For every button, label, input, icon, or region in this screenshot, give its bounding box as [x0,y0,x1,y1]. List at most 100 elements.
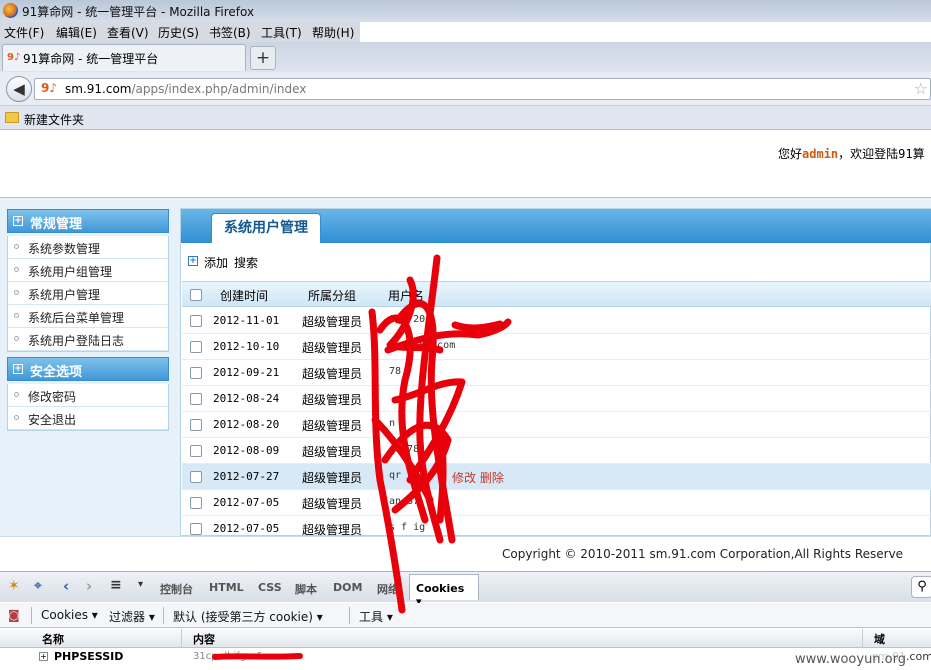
sidebar-item-label: 系统后台菜单管理 [28,311,125,325]
sidebar-item-label: 修改密码 [28,390,77,404]
browser-tab[interactable]: 9♪ 91算命网 - 统一管理平台 [2,44,246,71]
row-checkbox[interactable] [190,471,202,483]
tools-menu[interactable]: 工具 ▾ [359,608,393,625]
table-row[interactable]: 2012-08-24 超级管理员 [182,386,931,412]
menu-view[interactable]: 查看(V) [107,24,149,41]
sidebar-item-users[interactable]: 系统用户管理 [8,282,168,305]
column-created: 创建时间 [220,289,269,303]
table-row[interactable]: 2012-07-27 超级管理员 qr 19 修改 删除 [182,464,931,490]
row-created: 2012-07-05 [213,522,280,535]
copyright-text: Copyright © 2010-2011 sm.91.com Corporat… [502,547,904,561]
menu-bookmarks[interactable]: 书签(B) [209,24,251,41]
row-username: li @163.com [389,340,456,351]
menu-history[interactable]: 历史(S) [158,24,199,41]
table-row[interactable]: 2012-08-09 超级管理员 qu 78 [182,438,931,464]
firebug-tab-cookies[interactable]: Cookies ▾ [409,574,479,608]
sidebar-section-general[interactable]: + 常规管理 [7,209,169,233]
nav-back-icon[interactable]: ‹ [63,577,69,595]
search-link[interactable]: 搜索 [234,254,258,271]
menu-file[interactable]: 文件(F) [4,24,44,41]
firebug-tab-css[interactable]: CSS [258,581,282,594]
sidebar-list-general: 系统参数管理 系统用户组管理 系统用户管理 系统后台菜单管理 系统用户登陆日志 [7,236,169,352]
row-created: 2012-11-01 [213,314,280,327]
menu-edit[interactable]: 编辑(E) [56,24,97,41]
table-row[interactable]: 2012-10-10 超级管理员 li @163.com [182,334,931,360]
cookie-row[interactable]: + PHPSESSID 31cp dhifgm6 sm.91.com [0,648,931,670]
filter-menu[interactable]: 过滤器 ▾ [109,608,155,625]
table-row[interactable]: 2012-09-21 超级管理员 78 [182,360,931,386]
url-bar[interactable]: 9♪ sm.91.com/apps/index.php/admin/index … [34,78,931,100]
menu-bar: 文件(F) 编辑(E) 查看(V) 历史(S) 书签(B) 工具(T) 帮助(H… [0,22,360,42]
firebug-bug-icon[interactable]: ✶ [8,578,20,594]
table-row[interactable]: 2012-07-05 超级管理员 an 87 [182,490,931,516]
new-tab-button[interactable]: + [250,46,276,70]
table-row[interactable]: 2012-11-01 超级管理员 tq 720 [182,308,931,334]
firebug-tab-console[interactable]: 控制台 [160,581,193,597]
dropdown-arrow-icon[interactable]: ▾ [138,579,143,590]
cookies-menu[interactable]: Cookies ▾ [41,608,98,622]
row-checkbox[interactable] [190,315,202,327]
bullet-icon [14,415,19,420]
column-name[interactable]: 名称 [42,631,64,647]
row-username: qr 19 [389,470,420,481]
cookie-policy-menu[interactable]: 默认 (接受第三方 cookie) ▾ [173,608,323,625]
firefox-logo-icon [3,3,18,18]
cookie-name: PHPSESSID [54,650,124,663]
sidebar-section-title: 常规管理 [30,217,83,232]
search-icon[interactable]: ⚲ [911,576,931,598]
row-checkbox[interactable] [190,523,202,535]
row-group: 超级管理员 [302,497,363,511]
firebug-cookies-toolbar: ◙ Cookies ▾ 过滤器 ▾ 默认 (接受第三方 cookie) ▾ 工具… [0,603,931,628]
expand-icon: + [13,216,23,226]
sidebar-item-label: 系统用户组管理 [28,265,113,279]
firebug-tab-html[interactable]: HTML [209,581,244,594]
row-created: 2012-08-09 [213,444,280,457]
bookmark-star-icon[interactable]: ☆ [914,79,928,98]
bullet-icon [14,244,19,249]
tab-user-management[interactable]: 系统用户管理 [211,213,321,243]
row-checkbox[interactable] [190,393,202,405]
sidebar-section-security[interactable]: + 安全选项 [7,357,169,381]
row-checkbox[interactable] [190,367,202,379]
back-button[interactable]: ◀ [6,76,32,102]
select-all-checkbox[interactable] [190,289,202,301]
sidebar-item-logout[interactable]: 安全退出 [8,407,168,430]
window-title: 91算命网 - 统一管理平台 - Mozilla Firefox [22,5,255,19]
sidebar-item-change-password[interactable]: 修改密码 [8,384,168,407]
add-link[interactable]: 添加 [204,254,228,271]
row-actions[interactable]: 修改 删除 [452,469,504,486]
row-checkbox[interactable] [190,419,202,431]
table-row[interactable]: 2012-08-20 超级管理员 n [182,412,931,438]
site-favicon-icon: 9♪ [41,81,58,95]
column-domain[interactable]: 域 [874,631,885,647]
row-checkbox[interactable] [190,445,202,457]
row-created: 2012-10-10 [213,340,280,353]
row-checkbox[interactable] [190,497,202,509]
bookmarks-bar: 新建文件夹 [0,106,931,130]
menu-list-icon[interactable]: ≡ [110,577,122,593]
sidebar-item-menus[interactable]: 系统后台菜单管理 [8,305,168,328]
column-content[interactable]: 内容 [193,631,215,647]
url-text: sm.91.com/apps/index.php/admin/index [65,82,306,96]
bookmark-folder[interactable]: 新建文件夹 [24,111,84,128]
url-host: sm.91.com [65,82,132,96]
expand-icon[interactable]: + [39,652,48,661]
sidebar-item-user-groups[interactable]: 系统用户组管理 [8,259,168,282]
page-footer: Copyright © 2010-2011 sm.91.com Corporat… [0,536,931,570]
sidebar-item-login-log[interactable]: 系统用户登陆日志 [8,328,168,351]
row-username: s f ig [389,522,426,533]
cookie-table-header: 名称 内容 域 [0,629,931,648]
bullet-icon [14,267,19,272]
firebug-tab-net[interactable]: 网络 [377,581,399,597]
nav-forward-icon[interactable]: › [86,577,92,595]
firebug-tab-dom[interactable]: DOM [333,581,362,594]
row-checkbox[interactable] [190,341,202,353]
firebug-tab-script[interactable]: 脚本 [295,581,317,597]
window-titlebar: 91算命网 - 统一管理平台 - Mozilla Firefox [0,0,931,22]
sidebar-item-system-params[interactable]: 系统参数管理 [8,236,168,259]
menu-help[interactable]: 帮助(H) [312,24,354,41]
bullet-icon [14,336,19,341]
inspect-icon[interactable]: ⌖ [34,578,42,594]
menu-tools[interactable]: 工具(T) [261,24,302,41]
row-username: qu 78 [389,444,420,455]
